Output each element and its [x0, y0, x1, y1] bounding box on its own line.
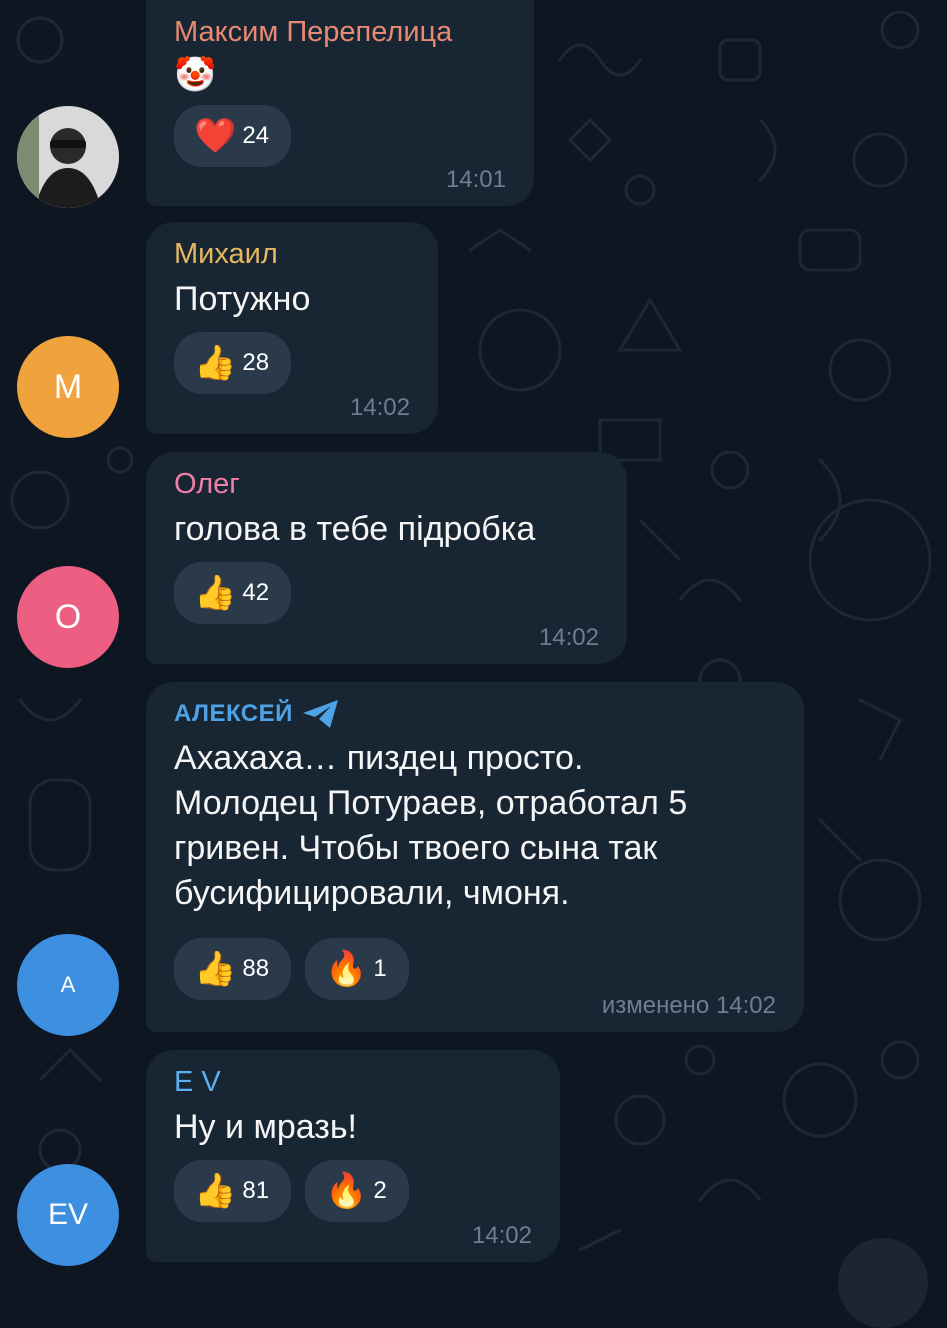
- reactions-bar: 👍 88 🔥 1: [174, 938, 776, 1000]
- reaction-count: 81: [242, 1177, 269, 1205]
- message-time: 14:01: [446, 166, 506, 194]
- thumbs-up-icon: 👍: [194, 576, 236, 610]
- message-time: 14:02: [539, 624, 599, 652]
- reaction-count: 88: [242, 955, 269, 983]
- sender-name[interactable]: Михаил: [174, 238, 410, 271]
- reactions-bar: 👍 42: [174, 562, 599, 624]
- reaction-count: 2: [373, 1177, 386, 1205]
- message-text: голова в тебе підробка: [174, 507, 599, 552]
- reactions-bar: ❤️ 24: [174, 105, 506, 167]
- reaction-chip[interactable]: 🔥 1: [305, 938, 409, 1000]
- avatar-initials[interactable]: EV: [17, 1164, 119, 1266]
- sender-header[interactable]: АЛЕКСЕЙ: [174, 698, 776, 730]
- thumbs-up-icon: 👍: [194, 346, 236, 380]
- sender-name[interactable]: Максим Перепелица: [174, 16, 506, 49]
- message-bubble[interactable]: E V Ну и мразь! 👍 81 🔥 2 14:02: [146, 1050, 560, 1262]
- message-bubble[interactable]: Олег голова в тебе підробка 👍 42 14:02: [146, 452, 627, 664]
- avatar-letter: A: [61, 972, 76, 998]
- reaction-chip[interactable]: 👍 81: [174, 1160, 291, 1222]
- message-text: Потужно: [174, 277, 410, 322]
- reaction-count: 42: [242, 579, 269, 607]
- avatar-initials[interactable]: М: [17, 336, 119, 438]
- fire-icon: 🔥: [325, 1174, 367, 1208]
- reaction-chip[interactable]: 👍 28: [174, 332, 291, 394]
- message-bubble[interactable]: Максим Перепелица 🤡 ❤️ 24 14:01: [146, 0, 534, 206]
- message-time: 14:02: [472, 1222, 532, 1250]
- sender-name[interactable]: Олег: [174, 468, 599, 501]
- reaction-chip[interactable]: 👍 88: [174, 938, 291, 1000]
- sender-name: АЛЕКСЕЙ: [174, 700, 293, 728]
- thumbs-up-icon: 👍: [194, 952, 236, 986]
- message-text: Ахахаха… пиздец просто. Молодец Потураев…: [174, 736, 776, 916]
- thumbs-up-icon: 👍: [194, 1174, 236, 1208]
- message-bubble[interactable]: Михаил Потужно 👍 28 14:02: [146, 222, 438, 434]
- reaction-count: 24: [242, 122, 269, 150]
- reaction-chip[interactable]: 👍 42: [174, 562, 291, 624]
- avatar-letter: EV: [48, 1198, 88, 1232]
- avatar-initials[interactable]: A: [17, 934, 119, 1036]
- avatar-letter: О: [55, 598, 81, 637]
- sender-name[interactable]: E V: [174, 1066, 532, 1099]
- reaction-chip[interactable]: 🔥 2: [305, 1160, 409, 1222]
- heart-icon: ❤️: [194, 119, 236, 153]
- reactions-bar: 👍 28: [174, 332, 410, 394]
- message-bubble[interactable]: АЛЕКСЕЙ Ахахаха… пиздец просто. Молодец …: [146, 682, 804, 1032]
- reactions-bar: 👍 81 🔥 2: [174, 1160, 532, 1222]
- avatar-photo[interactable]: [17, 106, 119, 208]
- message-time: изменено 14:02: [602, 992, 776, 1020]
- fire-icon: 🔥: [325, 952, 367, 986]
- avatar-initials[interactable]: О: [17, 566, 119, 668]
- reaction-count: 28: [242, 349, 269, 377]
- scroll-down-button[interactable]: [838, 1238, 928, 1328]
- telegram-icon: [301, 698, 341, 730]
- message-text: Ну и мразь!: [174, 1105, 532, 1150]
- avatar-letter: М: [54, 368, 82, 407]
- reaction-count: 1: [373, 955, 386, 983]
- message-time: 14:02: [350, 394, 410, 422]
- user-photo-icon: [17, 106, 119, 208]
- reaction-chip[interactable]: ❤️ 24: [174, 105, 291, 167]
- message-text: 🤡: [174, 55, 506, 95]
